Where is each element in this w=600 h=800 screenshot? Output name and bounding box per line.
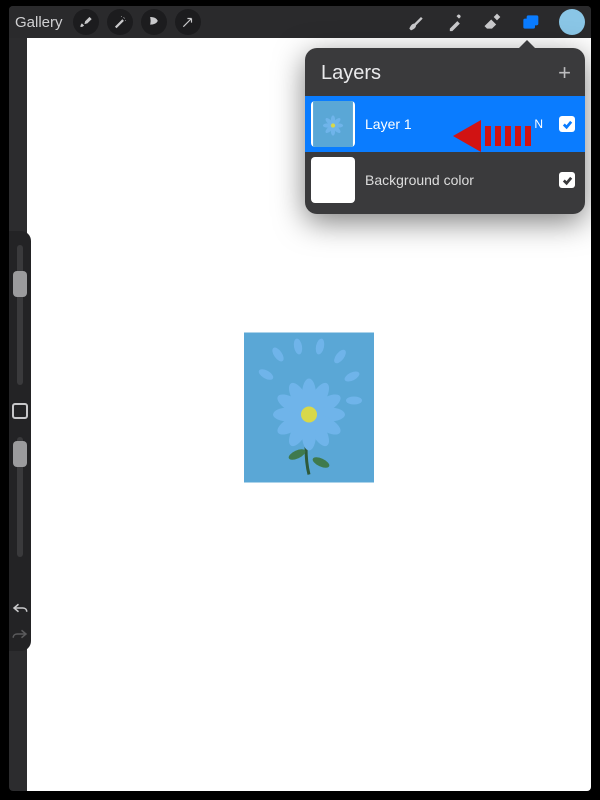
wand-icon[interactable] <box>107 9 133 35</box>
canvas-image <box>244 332 374 482</box>
selection-icon[interactable] <box>141 9 167 35</box>
blend-mode-letter[interactable]: N <box>534 117 543 131</box>
brush-size-thumb[interactable] <box>13 271 27 297</box>
top-toolbar: Gallery <box>9 6 591 38</box>
layer-thumbnail <box>311 157 355 203</box>
procreate-app: Gallery <box>9 6 591 791</box>
layer-visibility-checkbox[interactable] <box>559 116 575 132</box>
screenshot-frame: Gallery <box>0 0 600 800</box>
undo-icon[interactable] <box>11 601 29 615</box>
layers-panel-title: Layers <box>321 62 381 85</box>
layer-row-background[interactable]: Background color <box>305 152 585 208</box>
redo-icon[interactable] <box>11 627 29 641</box>
opacity-slider[interactable] <box>17 437 23 557</box>
layer-thumbnail <box>311 101 355 147</box>
wrench-icon[interactable] <box>73 9 99 35</box>
brush-size-slider[interactable] <box>17 245 23 385</box>
add-layer-button[interactable]: + <box>558 60 571 86</box>
layer-row-selected[interactable]: Layer 1 N <box>305 96 585 152</box>
color-swatch[interactable] <box>559 9 585 35</box>
eraser-icon[interactable] <box>477 7 507 37</box>
layer-name-label: Background color <box>365 172 474 188</box>
layer-name-label: Layer 1 <box>365 116 412 132</box>
transform-arrow-icon[interactable] <box>175 9 201 35</box>
layers-icon[interactable] <box>515 7 545 37</box>
brush-icon[interactable] <box>401 7 431 37</box>
smudge-icon[interactable] <box>439 7 469 37</box>
sidebar-sliders <box>9 231 31 651</box>
layers-panel: Layers + <box>305 48 585 214</box>
gallery-button[interactable]: Gallery <box>15 14 63 31</box>
modify-button[interactable] <box>12 403 28 419</box>
layer-visibility-checkbox[interactable] <box>559 172 575 188</box>
opacity-thumb[interactable] <box>13 441 27 467</box>
